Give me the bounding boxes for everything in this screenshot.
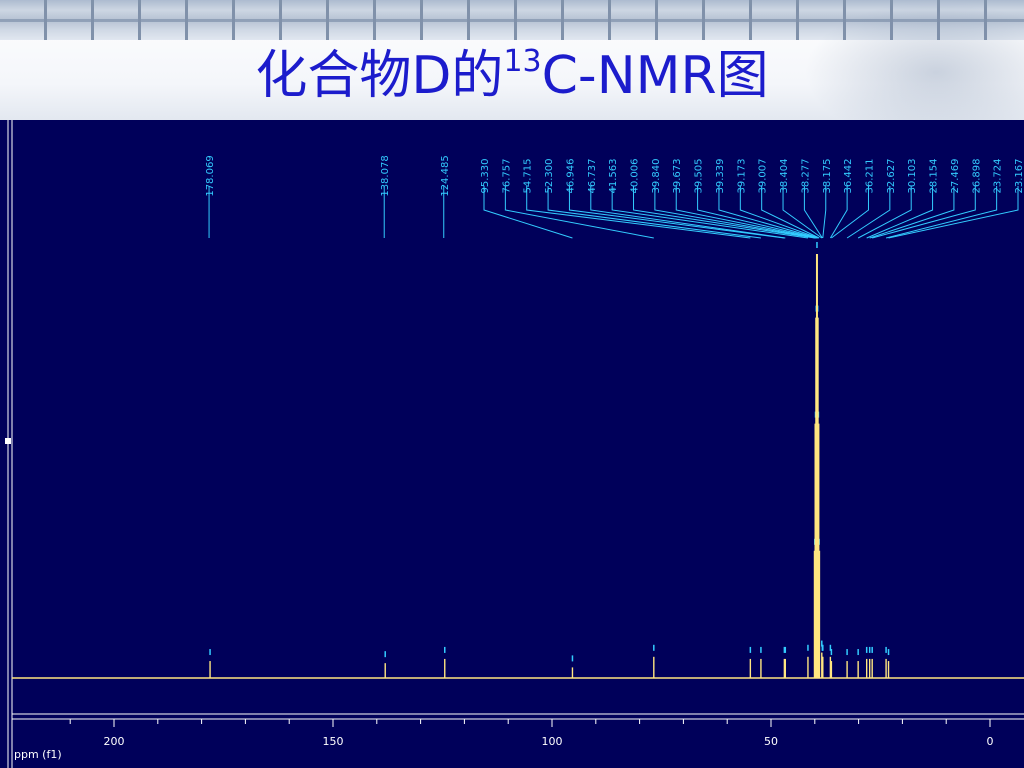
peak-label: 39.173 xyxy=(736,159,747,194)
peak-label: 36.211 xyxy=(864,159,875,194)
slide-title: 化合物D的13C-NMR图 xyxy=(0,44,1024,108)
peak-label: 23.167 xyxy=(1014,159,1024,194)
peak-label: 40.006 xyxy=(630,159,641,194)
peak-label: 138.078 xyxy=(380,155,391,196)
peak-label: 39.505 xyxy=(694,159,705,194)
nmr-spectrum-chart: 178.069 138.078 124.485 95.330 76.757 54.715 5… xyxy=(5,120,1024,768)
x-tick-label: 50 xyxy=(764,735,778,748)
title-superscript: 13 xyxy=(503,44,542,79)
peak-label: 23.724 xyxy=(993,159,1004,194)
title-main: 化合物D的 xyxy=(255,46,504,106)
peak-label: 38.277 xyxy=(800,159,811,194)
peak-label: 95.330 xyxy=(480,159,491,194)
peak-label: 52.300 xyxy=(544,159,555,194)
peak-label: 26.898 xyxy=(971,159,982,194)
peak-label: 178.069 xyxy=(205,155,216,196)
peak-label: 39.840 xyxy=(651,159,662,194)
peak-label: 36.442 xyxy=(843,159,854,194)
x-axis-label: ppm (f1) xyxy=(14,748,62,761)
peak-label: 28.154 xyxy=(929,159,940,194)
title-suffix: C-NMR图 xyxy=(541,46,769,106)
peak-label: 124.485 xyxy=(440,155,451,196)
peak-label: 39.339 xyxy=(715,159,726,194)
x-tick-label: 150 xyxy=(323,735,344,748)
x-tick-label: 200 xyxy=(104,735,125,748)
peak-label: 39.673 xyxy=(672,159,683,194)
x-tick-label: 0 xyxy=(987,735,994,748)
peak-label: 32.627 xyxy=(886,159,897,194)
slide-header: 化合物D的13C-NMR图 xyxy=(0,0,1024,120)
peak-label: 54.715 xyxy=(523,159,534,194)
peak-label: 38.175 xyxy=(822,159,833,194)
peak-label: 76.757 xyxy=(501,159,512,194)
peak-label: 46.737 xyxy=(587,159,598,194)
peak-label: 38.404 xyxy=(779,159,790,194)
peak-label: 46.946 xyxy=(565,159,576,194)
nmr-spectrum-panel: 178.069 138.078 124.485 95.330 76.757 54.715 5… xyxy=(0,120,1024,768)
peak-label: 27.469 xyxy=(950,159,961,194)
peak-label: 39.007 xyxy=(758,159,769,194)
scroll-handle[interactable] xyxy=(5,438,11,444)
peak-label: 30.103 xyxy=(907,159,918,194)
x-tick-label: 100 xyxy=(542,735,563,748)
peak-label: 41.563 xyxy=(608,159,619,194)
